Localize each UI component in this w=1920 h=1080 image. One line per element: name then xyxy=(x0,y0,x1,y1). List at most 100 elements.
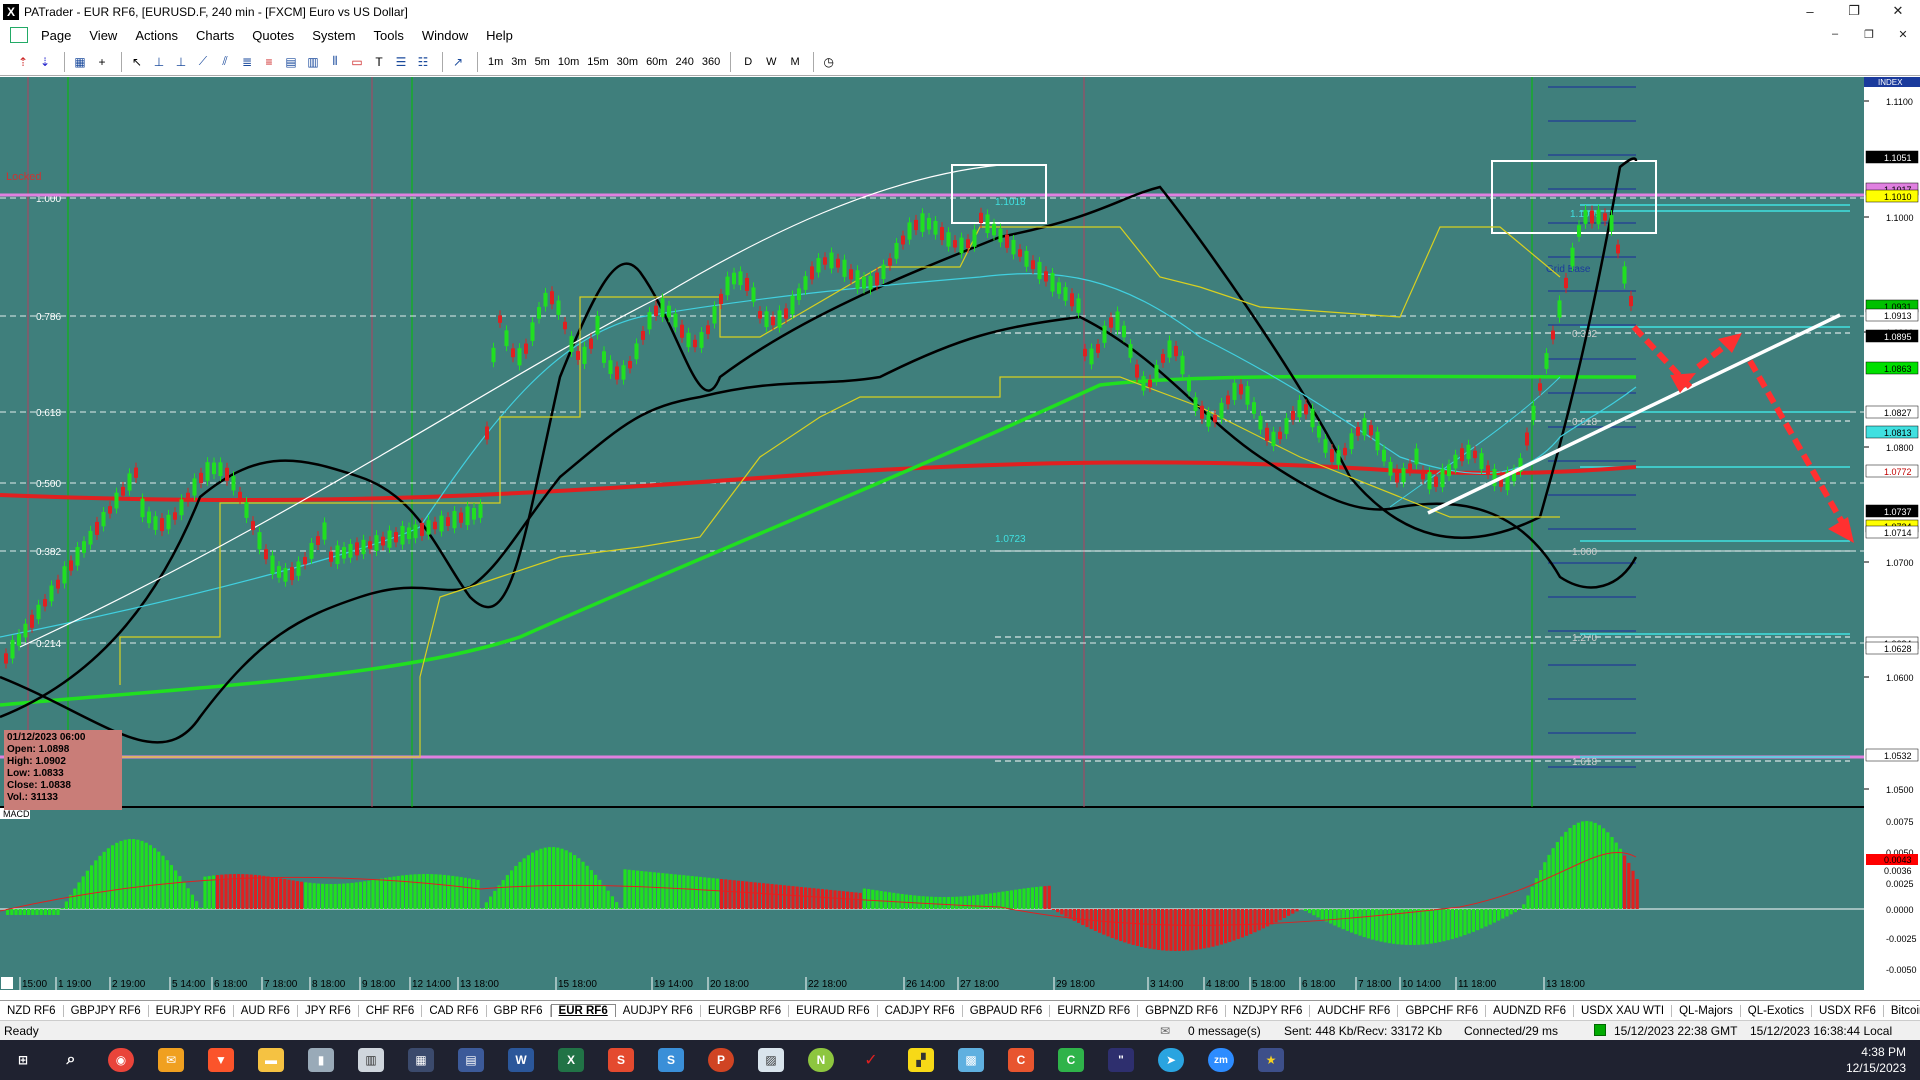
sell-order-icon[interactable]: ⇣ xyxy=(36,53,54,71)
symbol-tab[interactable]: QL-Majors xyxy=(1672,1004,1741,1017)
symbol-tab[interactable]: AUD RF6 xyxy=(234,1004,298,1017)
period-W-button[interactable]: W xyxy=(759,56,783,68)
menu-page[interactable]: Page xyxy=(32,28,80,43)
channel-icon[interactable]: ⫽ xyxy=(216,53,234,71)
horizontal-line-icon[interactable]: ⊥ xyxy=(150,53,168,71)
symbol-tab[interactable]: GBPNZD RF6 xyxy=(1138,1004,1227,1017)
list-icon[interactable]: ☰ xyxy=(392,53,410,71)
menu-tools[interactable]: Tools xyxy=(365,28,413,43)
minimize-button[interactable]: – xyxy=(1788,0,1832,22)
patrader-taskbar-icon[interactable]: ▦ xyxy=(408,1048,434,1072)
powerpoint-icon[interactable]: P xyxy=(708,1048,734,1072)
symbol-tab[interactable]: EURGBP RF6 xyxy=(701,1004,790,1017)
symbol-tab[interactable]: AUDCHF RF6 xyxy=(1310,1004,1399,1017)
gann-icon[interactable]: ▥ xyxy=(304,53,322,71)
symbol-tab[interactable]: JPY RF6 xyxy=(298,1004,359,1017)
mail-icon[interactable]: ✉ xyxy=(1160,1024,1170,1038)
period-D-button[interactable]: D xyxy=(737,56,759,68)
symbol-tab[interactable]: EURAUD RF6 xyxy=(789,1004,878,1017)
menu-window[interactable]: Window xyxy=(413,28,477,43)
pointer-icon[interactable]: ↖ xyxy=(128,53,146,71)
symbol-tab[interactable]: EUR RF6 xyxy=(550,1004,616,1017)
restore-button[interactable]: ❐ xyxy=(1832,0,1876,22)
symbol-tab[interactable]: NZD RF6 xyxy=(0,1004,64,1017)
symbol-tab[interactable]: AUDJPY RF6 xyxy=(616,1004,701,1017)
child-minimize-button[interactable]: – xyxy=(1818,24,1852,44)
star-app-icon[interactable]: ★ xyxy=(1258,1048,1284,1072)
chrome-icon[interactable]: ◉ xyxy=(108,1048,134,1072)
calculator-icon[interactable]: ▤ xyxy=(458,1048,484,1072)
clock-icon[interactable]: ◷ xyxy=(820,53,838,71)
cycle-lines-icon[interactable]: ⦀ xyxy=(326,53,344,71)
symbol-tab[interactable]: CHF RF6 xyxy=(359,1004,423,1017)
timeframe-1m-button[interactable]: 1m xyxy=(484,56,507,68)
period-M-button[interactable]: M xyxy=(784,56,807,68)
zoom-icon[interactable]: zm xyxy=(1208,1048,1234,1072)
snagit-icon[interactable]: S xyxy=(608,1048,634,1072)
menu-help[interactable]: Help xyxy=(477,28,522,43)
mail-app-icon[interactable]: ✉ xyxy=(158,1048,184,1072)
child-close-button[interactable]: ✕ xyxy=(1886,24,1920,44)
timeframe-5m-button[interactable]: 5m xyxy=(531,56,554,68)
symbol-tab[interactable]: EURNZD RF6 xyxy=(1050,1004,1139,1017)
symbol-tab[interactable]: GBPJPY RF6 xyxy=(64,1004,149,1017)
symbol-tab[interactable]: CAD RF6 xyxy=(422,1004,487,1017)
paint-icon[interactable]: ▩ xyxy=(958,1048,984,1072)
symbol-tab[interactable]: AUDNZD RF6 xyxy=(1486,1004,1574,1017)
status-messages[interactable]: 0 message(s) xyxy=(1188,1024,1261,1038)
menu-quotes[interactable]: Quotes xyxy=(243,28,303,43)
price-chart[interactable]: INDEX MACD 1.000 0.786 0.618 0.500 0.382 0.214 0… xyxy=(0,77,1920,990)
vertical-line-icon[interactable]: ⊥ xyxy=(172,53,190,71)
timeframe-10m-button[interactable]: 10m xyxy=(554,56,583,68)
symbol-tab[interactable]: QL-Exotics xyxy=(1741,1004,1812,1017)
indicator-icon[interactable]: ↗ xyxy=(449,53,467,71)
fib-retracement-icon[interactable]: ≡ xyxy=(260,53,278,71)
symbol-tab[interactable]: GBPCHF RF6 xyxy=(1398,1004,1487,1017)
text-icon[interactable]: T xyxy=(370,53,388,71)
ninja-icon[interactable]: N xyxy=(808,1048,834,1072)
timeframe-60m-button[interactable]: 60m xyxy=(642,56,671,68)
menu-system[interactable]: System xyxy=(303,28,364,43)
symbol-tab[interactable]: CADJPY RF6 xyxy=(878,1004,963,1017)
grid-icon[interactable]: ▤ xyxy=(282,53,300,71)
quotes-app-icon[interactable]: " xyxy=(1108,1048,1134,1072)
symbol-tab[interactable]: USDX RF6 xyxy=(1812,1004,1884,1017)
symbol-tab[interactable]: NZDJPY RF6 xyxy=(1226,1004,1311,1017)
symbol-tab[interactable]: GBPAUD RF6 xyxy=(963,1004,1051,1017)
symbol-tab[interactable]: EURJPY RF6 xyxy=(149,1004,234,1017)
chart-canvas[interactable]: INDEX MACD 1.000 0.786 0.618 0.500 0.382 0.214 0… xyxy=(0,77,1920,990)
system-clock[interactable]: 4:38 PM 12/15/2023 xyxy=(1846,1044,1906,1076)
close-button[interactable]: ✕ xyxy=(1876,0,1920,22)
notes-app-icon[interactable]: ▮ xyxy=(308,1048,334,1072)
word-icon[interactable]: W xyxy=(508,1048,534,1072)
fibonacci-icon[interactable]: ≣ xyxy=(238,53,256,71)
timeframe-360-button[interactable]: 360 xyxy=(698,56,724,68)
excel-icon[interactable]: X xyxy=(558,1048,584,1072)
windows-start-icon[interactable]: ⊞ xyxy=(10,1048,36,1072)
child-restore-button[interactable]: ❐ xyxy=(1852,24,1886,44)
telegram-icon[interactable]: ➤ xyxy=(1158,1048,1184,1072)
camtasia-icon[interactable]: C xyxy=(1058,1048,1084,1072)
crosshair-icon[interactable]: + xyxy=(93,53,111,71)
symbol-tab[interactable]: USDX XAU WTI xyxy=(1574,1004,1673,1017)
image-viewer-icon[interactable]: ▨ xyxy=(758,1048,784,1072)
skype-style-icon[interactable]: S xyxy=(658,1048,684,1072)
buy-order-icon[interactable]: ⇡ xyxy=(14,53,32,71)
swoosh-app-icon[interactable]: ✓ xyxy=(858,1048,884,1072)
chart-properties-icon[interactable]: ▦ xyxy=(71,53,89,71)
levels-icon[interactable]: ☷ xyxy=(414,53,432,71)
timeframe-30m-button[interactable]: 30m xyxy=(613,56,642,68)
search-icon[interactable]: ⌕ xyxy=(58,1048,84,1072)
trend-line-icon[interactable]: ⟋ xyxy=(194,53,212,71)
symbol-tab[interactable]: Bitcoin xyxy=(1884,1005,1920,1017)
timeframe-3m-button[interactable]: 3m xyxy=(507,56,530,68)
file-explorer-icon[interactable]: ▬ xyxy=(258,1048,284,1072)
c-app-icon[interactable]: C xyxy=(1008,1048,1034,1072)
timeframe-240-button[interactable]: 240 xyxy=(671,56,697,68)
symbol-tab[interactable]: GBP RF6 xyxy=(487,1004,551,1017)
menu-view[interactable]: View xyxy=(80,28,126,43)
rectangle-icon[interactable]: ▭ xyxy=(348,53,366,71)
brave-icon[interactable]: ▼ xyxy=(208,1048,234,1072)
timeframe-15m-button[interactable]: 15m xyxy=(583,56,612,68)
trading-app-icon[interactable]: ▥ xyxy=(358,1048,384,1072)
